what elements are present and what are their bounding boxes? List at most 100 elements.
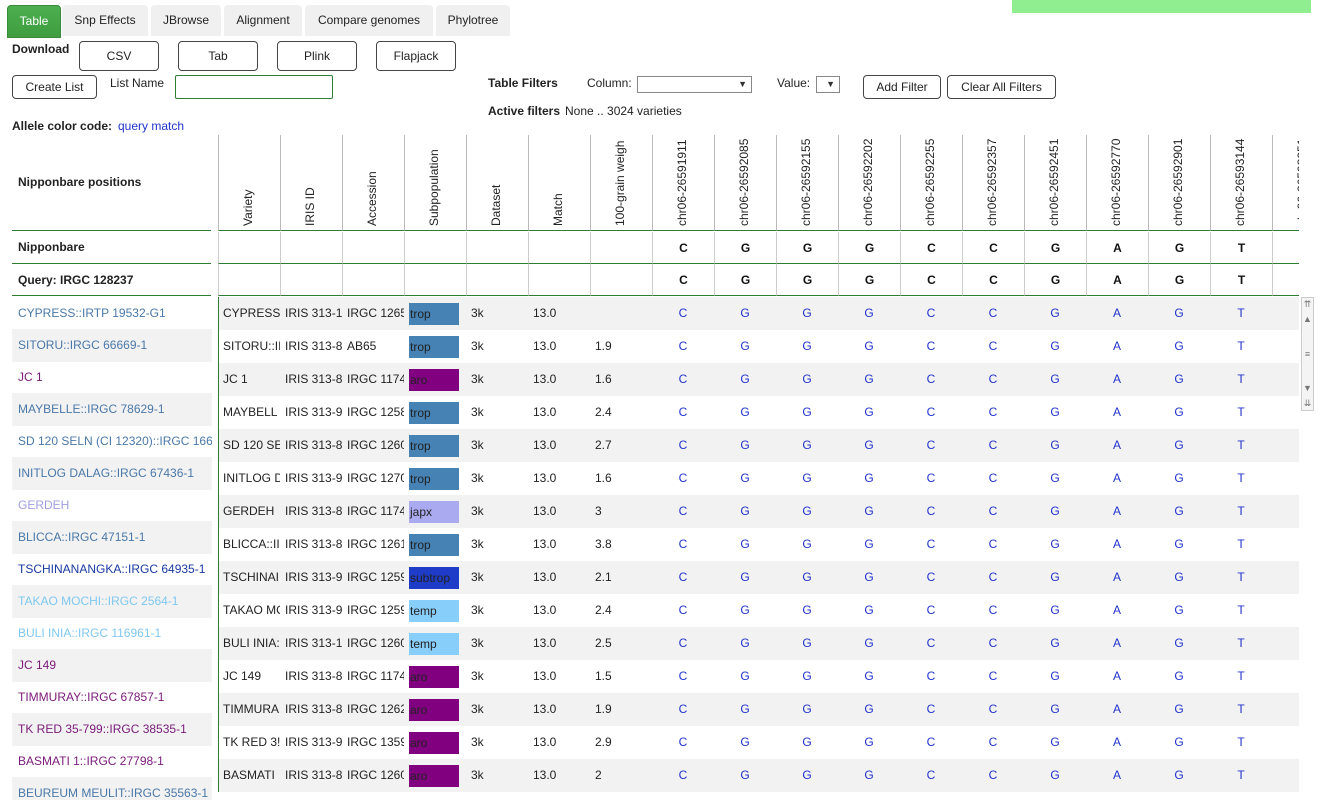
- variety-link[interactable]: TSCHINANANGKA::IRGC 64935-1: [12, 553, 212, 586]
- column-header[interactable]: chr06-26592155: [776, 135, 838, 231]
- variety-link[interactable]: BEUREUM MEULIT::IRGC 35563-1: [12, 777, 212, 800]
- column-header[interactable]: IRIS ID: [280, 135, 342, 231]
- column-header[interactable]: chr06-26592770: [1086, 135, 1148, 231]
- column-select[interactable]: ▼: [637, 76, 752, 93]
- allele-cell: G: [802, 702, 812, 716]
- match-cell: 13.0: [533, 405, 557, 419]
- column-header[interactable]: chr06-26592085: [714, 135, 776, 231]
- column-header[interactable]: chr06-26591911: [652, 135, 714, 231]
- table-row[interactable]: TK RED 3! IRIS 313-9 IRGC 1359 aro 3k 13.0 2.9…: [218, 726, 1299, 759]
- column-header[interactable]: Accession: [342, 135, 404, 231]
- variety-cell: TIMMURA: [223, 702, 279, 716]
- reference-empty-cell: [466, 232, 528, 264]
- flapjack-button[interactable]: Flapjack: [376, 41, 456, 71]
- allele-cell: C: [678, 702, 688, 716]
- scroll-bottom-icon[interactable]: ⇊: [1302, 398, 1313, 409]
- variety-link[interactable]: BASMATI 1::IRGC 27798-1: [12, 745, 212, 778]
- scroll-thumb-icon[interactable]: ≡: [1302, 349, 1313, 360]
- tab-alignment[interactable]: Alignment: [224, 5, 302, 36]
- list-name-input[interactable]: [175, 75, 333, 99]
- add-filter-button[interactable]: Add Filter: [863, 75, 941, 99]
- variety-link[interactable]: JC 149: [12, 649, 212, 682]
- value-select[interactable]: ▼: [816, 76, 840, 93]
- table-row[interactable]: SD 120 SE IRIS 313-8 IRGC 1260 trop 3k 13.0 2.…: [218, 429, 1299, 462]
- table-row[interactable]: TSCHINAI IRIS 313-9 IRGC 1259 subtrop 3k 13.0…: [218, 561, 1299, 594]
- variety-link[interactable]: TIMMURAY::IRGC 67857-1: [12, 681, 212, 714]
- query-allele: G: [776, 264, 838, 296]
- column-header[interactable]: 100-grain weigh: [590, 135, 652, 231]
- table-row[interactable]: TAKAO MC IRIS 313-9 IRGC 1259 temp 3k 13.0 2.4…: [218, 594, 1299, 627]
- plink-button[interactable]: Plink: [277, 41, 357, 71]
- allele-cell: C: [988, 504, 998, 518]
- table-row[interactable]: MAYBELL IRIS 313-9 IRGC 1258 trop 3k 13.0 2.4 C…: [218, 396, 1299, 429]
- scroll-up-icon[interactable]: ▲: [1302, 314, 1313, 325]
- allele-cell: G: [1050, 438, 1060, 452]
- dataset-cell: 3k: [471, 735, 484, 749]
- allele-cell: G: [802, 735, 812, 749]
- allele-cell: G: [1050, 405, 1060, 419]
- tab-jbrowse[interactable]: JBrowse: [151, 5, 221, 36]
- column-header-label: Match: [551, 193, 565, 226]
- allele-cell: G: [802, 504, 812, 518]
- column-header[interactable]: chr06-26592202: [838, 135, 900, 231]
- scroll-top-icon[interactable]: ⇈: [1302, 299, 1313, 310]
- variety-link[interactable]: CYPRESS::IRTP 19532-G1: [12, 297, 212, 330]
- table-row[interactable]: JC 149 IRIS 313-8 IRGC 1174 aro 3k 13.0 1.5 C G G…: [218, 660, 1299, 693]
- column-header[interactable]: chr06-26592451: [1024, 135, 1086, 231]
- tab-compare-genomes[interactable]: Compare genomes: [305, 5, 433, 36]
- allele-cell: G: [1050, 339, 1060, 353]
- grain-weight-cell: 3.8: [595, 537, 612, 551]
- variety-link[interactable]: JC 1: [12, 361, 212, 394]
- tab-download-button[interactable]: Tab: [178, 41, 258, 71]
- row-divider: [218, 693, 219, 726]
- column-header[interactable]: chr06-26593144: [1210, 135, 1272, 231]
- table-row[interactable]: JC 1 IRIS 313-8 IRGC 1174 aro 3k 13.0 1.6 C G G G C…: [218, 363, 1299, 396]
- table-row[interactable]: INITLOG D IRIS 313-9 IRGC 1270 trop 3k 13.0 1.…: [218, 462, 1299, 495]
- table-row[interactable]: SITORU::II IRIS 313-8 AB65 trop 3k 13.0 1.9 C G G…: [218, 330, 1299, 363]
- table-row[interactable]: BULI INIA: IRIS 313-1 IRGC 1260 temp 3k 13.0 2…: [218, 627, 1299, 660]
- variety-link[interactable]: BULI INIA::IRGC 116961-1: [12, 617, 212, 650]
- column-header[interactable]: chr06-26592357: [962, 135, 1024, 231]
- allele-cell: C: [988, 735, 998, 749]
- column-header-label: Subpopulation: [427, 149, 441, 226]
- tab-snp-effects[interactable]: Snp Effects: [62, 5, 148, 36]
- column-header[interactable]: Variety: [218, 135, 280, 231]
- allele-cell: T: [1237, 306, 1245, 320]
- tab-table[interactable]: Table: [7, 5, 61, 38]
- table-row[interactable]: BASMATI IRIS 313-8 IRGC 1260 aro 3k 13.0 2 C G G G…: [218, 759, 1299, 792]
- column-header[interactable]: chr06-26592901: [1148, 135, 1210, 231]
- scroll-down-icon[interactable]: ▼: [1302, 383, 1313, 394]
- table-row[interactable]: BLICCA::II IRIS 313-8 IRGC 1261 trop 3k 13.0 3…: [218, 528, 1299, 561]
- match-cell: 13.0: [533, 372, 557, 386]
- column-header[interactable]: Match: [528, 135, 590, 231]
- column-header[interactable]: Subpopulation: [404, 135, 466, 231]
- variety-link[interactable]: BLICCA::IRGC 47151-1: [12, 521, 212, 554]
- subpopulation-cell: trop: [409, 534, 459, 556]
- clear-all-filters-button[interactable]: Clear All Filters: [947, 75, 1056, 99]
- variety-link[interactable]: TK RED 35-799::IRGC 38535-1: [12, 713, 212, 746]
- iris-id-cell: IRIS 313-9: [285, 471, 342, 485]
- reference-allele: G: [776, 232, 838, 264]
- variety-link[interactable]: SD 120 SELN (CI 12320)::IRGC 166: [12, 425, 212, 458]
- column-header[interactable]: chr06-26592255: [900, 135, 962, 231]
- variety-link[interactable]: TAKAO MOCHI::IRGC 2564-1: [12, 585, 212, 618]
- allele-cell: G: [1174, 504, 1184, 518]
- vertical-scrollbar[interactable]: ⇈ ▲ ≡ ▼ ⇊: [1301, 297, 1314, 411]
- accession-cell: IRGC 1260: [347, 768, 404, 782]
- csv-button[interactable]: CSV: [79, 41, 159, 71]
- table-row[interactable]: CYPRESS IRIS 313-1 IRGC 1265 trop 3k 13.0 C G G G…: [218, 297, 1299, 330]
- column-header[interactable]: chr06-26593251: [1272, 135, 1299, 231]
- variety-name-column: Nipponbare positions Nipponbare Query: I…: [12, 135, 212, 800]
- tab-phylotree[interactable]: Phylotree: [436, 5, 510, 36]
- variety-link[interactable]: INITLOG DALAG::IRGC 67436-1: [12, 457, 212, 490]
- allele-color-code-label: Allele color code:: [12, 119, 113, 133]
- table-row[interactable]: TIMMURA IRIS 313-8 IRGC 1262 aro 3k 13.0 1.9 C G…: [218, 693, 1299, 726]
- column-header[interactable]: Dataset: [466, 135, 528, 231]
- dataset-cell: 3k: [471, 768, 484, 782]
- table-row[interactable]: GERDEH IRIS 313-8 IRGC 1174 japx 3k 13.0 3 C G G G…: [218, 495, 1299, 528]
- variety-link[interactable]: GERDEH: [12, 489, 212, 522]
- variety-link[interactable]: MAYBELLE::IRGC 78629-1: [12, 393, 212, 426]
- variety-link[interactable]: SITORU::IRGC 66669-1: [12, 329, 212, 362]
- create-list-button[interactable]: Create List: [12, 75, 97, 99]
- column-header-label: IRIS ID: [303, 187, 317, 226]
